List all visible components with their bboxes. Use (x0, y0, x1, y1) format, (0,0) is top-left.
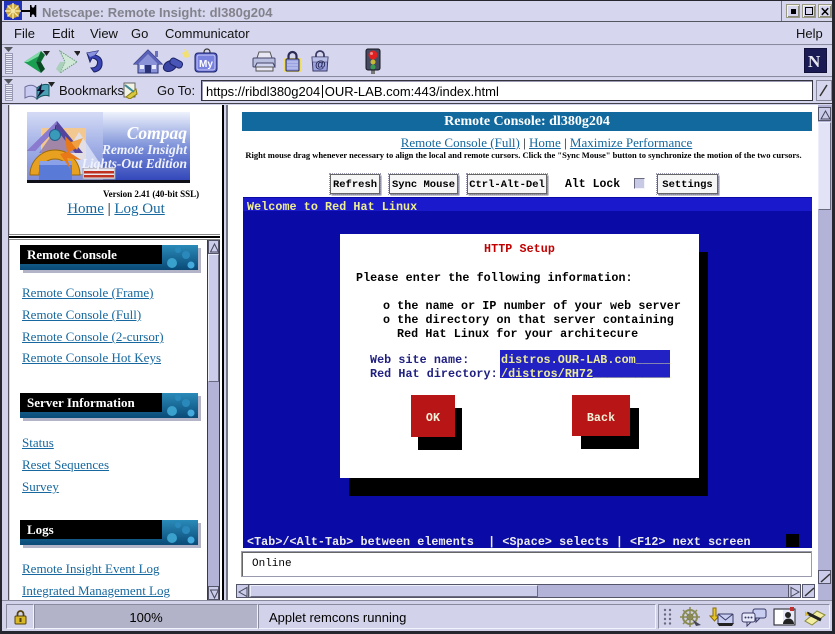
svg-text:Compaq: Compaq (127, 123, 188, 143)
svg-text:N: N (808, 52, 821, 71)
svg-text:My: My (199, 59, 213, 70)
svg-text:@: @ (315, 59, 326, 71)
svg-text:Lights-Out Edition: Lights-Out Edition (81, 156, 187, 171)
svg-text:Remote Insight: Remote Insight (101, 142, 188, 157)
